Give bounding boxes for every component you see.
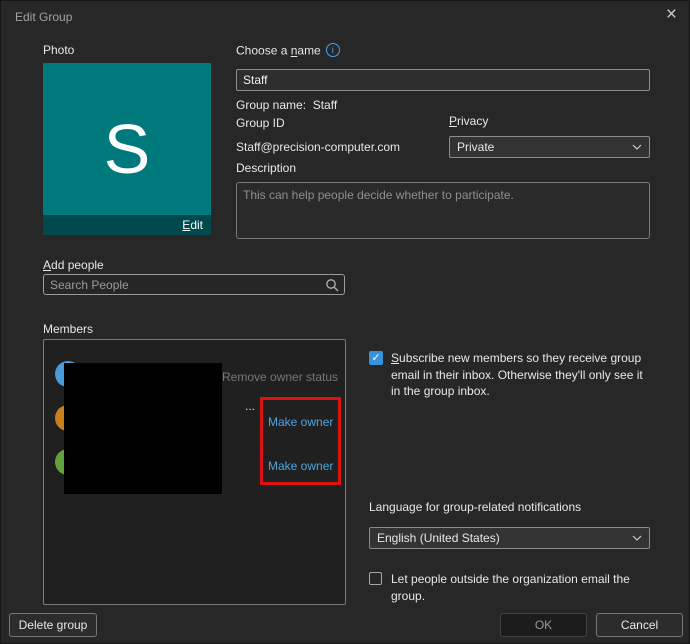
group-name-value: Staff: [313, 98, 337, 112]
group-name-input[interactable]: [236, 69, 650, 91]
group-id-label: Group ID: [236, 116, 285, 130]
subscribe-checkbox-label: Subscribe new members so they receive gr…: [391, 350, 653, 400]
group-id-value: Staff@precision-computer.com: [236, 140, 400, 154]
edit-group-dialog: Edit Group × Photo S Edit Choose a namei…: [0, 0, 690, 644]
privacy-label: Privacy: [449, 114, 488, 128]
remove-owner-status-button[interactable]: Remove owner status: [222, 370, 338, 384]
chevron-down-icon: [632, 144, 642, 150]
group-name-readout: Group name: Staff: [236, 98, 337, 112]
privacy-selected-value: Private: [450, 140, 632, 154]
language-select[interactable]: English (United States): [369, 527, 650, 549]
check-icon: ✓: [371, 353, 380, 364]
add-people-label: Add people: [43, 258, 104, 272]
search-icon: [325, 278, 339, 292]
subscribe-checkbox[interactable]: ✓: [369, 351, 383, 365]
privacy-select[interactable]: Private: [449, 136, 650, 158]
make-owner-button[interactable]: Make owner: [268, 415, 333, 429]
edit-photo-link[interactable]: Edit: [182, 218, 203, 232]
outside-org-checkbox-label: Let people outside the organization emai…: [391, 571, 641, 604]
members-label: Members: [43, 322, 93, 336]
chevron-down-icon: [632, 535, 642, 541]
group-photo-tile: S Edit: [43, 63, 211, 235]
redacted-member-names: [64, 363, 222, 494]
outside-org-checkbox[interactable]: [369, 572, 382, 585]
group-photo-initial: S: [104, 114, 151, 184]
dialog-title: Edit Group: [15, 10, 72, 24]
language-selected-value: English (United States): [370, 531, 632, 545]
photo-edit-strip: Edit: [43, 215, 211, 235]
info-icon[interactable]: i: [326, 43, 340, 57]
photo-label: Photo: [43, 43, 74, 57]
members-list: Remove owner status ... Make owner Make …: [43, 339, 346, 605]
cancel-button[interactable]: Cancel: [596, 613, 683, 637]
close-icon[interactable]: ×: [666, 5, 677, 24]
choose-name-label: Choose a namei: [236, 43, 340, 58]
description-textarea[interactable]: [236, 182, 650, 239]
description-label: Description: [236, 161, 296, 175]
make-owner-button[interactable]: Make owner: [268, 459, 333, 473]
language-label: Language for group-related notifications: [369, 500, 581, 514]
truncated-text: ...: [245, 399, 255, 413]
search-people-box: [43, 274, 345, 295]
ok-button[interactable]: OK: [500, 613, 587, 637]
delete-group-button[interactable]: Delete group: [9, 613, 97, 637]
search-people-input[interactable]: [44, 278, 325, 292]
